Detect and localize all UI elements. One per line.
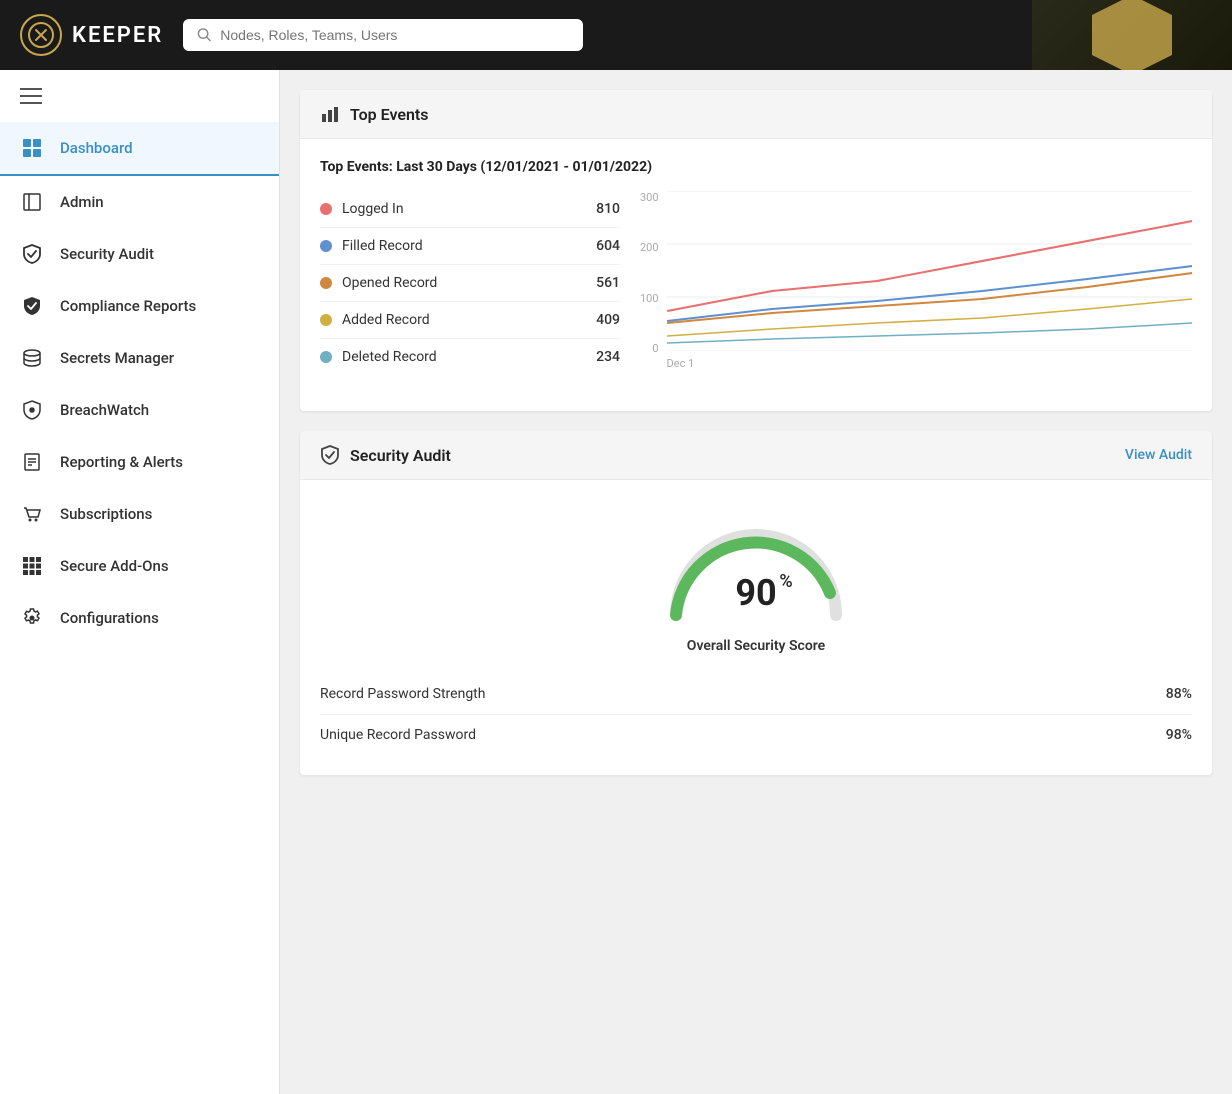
event-name: Deleted Record [342,349,570,365]
sidebar-item-security-audit-label: Security Audit [60,245,154,263]
logo-area: KEEPER [20,14,163,56]
sidebar-item-dashboard-label: Dashboard [60,139,133,157]
search-icon [197,27,212,43]
metric-label: Record Password Strength [320,686,485,702]
top-events-body: Top Events: Last 30 Days (12/01/2021 - 0… [300,139,1212,411]
sidebar-item-secrets-manager[interactable]: Secrets Manager [0,332,279,384]
gauge-label: Overall Security Score [687,638,825,654]
gauge-svg: 90 % [656,510,856,630]
event-dot [320,314,332,326]
sidebar-item-compliance-reports-label: Compliance Reports [60,297,196,315]
chart-y-label-200: 200 [640,241,659,254]
sidebar-item-configurations-label: Configurations [60,609,159,627]
top-events-subtitle: Top Events: Last 30 Days (12/01/2021 - 0… [320,159,1192,175]
top-events-card: Top Events Top Events: Last 30 Days (12/… [300,90,1212,411]
event-count: 604 [580,238,620,254]
security-audit-shield-icon [320,445,340,465]
event-name: Logged In [342,201,570,217]
event-count: 409 [580,312,620,328]
metric-value: 88% [1166,686,1192,702]
search-input[interactable] [220,27,569,43]
secrets-manager-icon [20,346,44,370]
event-dot [320,277,332,289]
search-bar[interactable] [183,19,583,51]
sidebar-item-breachwatch-label: BreachWatch [60,401,149,419]
security-audit-icon [20,242,44,266]
event-dot [320,203,332,215]
security-audit-title: Security Audit [350,446,451,465]
subscriptions-icon [20,502,44,526]
chart-y-label-100: 100 [640,292,659,305]
event-row: Opened Record 561 [320,265,620,302]
app-header: KEEPER [0,0,1232,70]
sidebar-item-compliance-reports[interactable]: Compliance Reports [0,280,279,332]
metric-label: Unique Record Password [320,727,476,743]
logo-icon [20,14,62,56]
main-content: Top Events Top Events: Last 30 Days (12/… [280,70,1232,1094]
promo-hex-icon [1092,0,1172,70]
sidebar-item-subscriptions[interactable]: Subscriptions [0,488,279,540]
chart-y-label-300: 300 [640,191,659,204]
sidebar-item-admin-label: Admin [60,193,104,211]
sidebar-item-breachwatch[interactable]: BreachWatch [0,384,279,436]
chart-y-label-0: 0 [640,342,659,355]
metric-row: Unique Record Password 98% [320,715,1192,755]
breachwatch-icon [20,398,44,422]
security-metrics: Record Password Strength 88% Unique Reco… [300,674,1212,775]
event-count: 561 [580,275,620,291]
event-row: Logged In 810 [320,191,620,228]
sidebar-item-reporting-alerts-label: Reporting & Alerts [60,453,183,471]
sidebar-item-secure-addons[interactable]: Secure Add-Ons [0,540,279,592]
line-chart-svg [667,191,1192,351]
chart-area: 300 200 100 0 [640,191,1192,391]
sidebar: Dashboard Admin Security Audit [0,70,280,1094]
sidebar-item-security-audit[interactable]: Security Audit [0,228,279,280]
sidebar-item-dashboard[interactable]: Dashboard [0,122,279,176]
dashboard-icon [20,136,44,160]
top-events-title: Top Events [350,105,429,124]
event-count: 234 [580,349,620,365]
header-promo [1032,0,1232,70]
event-name: Filled Record [342,238,570,254]
configurations-icon [20,606,44,630]
event-count: 810 [580,201,620,217]
sidebar-item-configurations[interactable]: Configurations [0,592,279,644]
admin-icon [20,190,44,214]
event-name: Opened Record [342,275,570,291]
bar-chart-icon [320,104,340,124]
metric-value: 98% [1166,727,1192,743]
chart-x-label-dec1: Dec 1 [667,357,1192,370]
security-audit-card: Security Audit View Audit 90 % Overall [300,431,1212,775]
gauge-container: 90 % Overall Security Score [300,480,1212,674]
main-layout: Dashboard Admin Security Audit [0,70,1232,1094]
security-audit-body: 90 % Overall Security Score Record Passw… [300,480,1212,775]
security-audit-header: Security Audit View Audit [300,431,1212,480]
svg-text:%: % [779,571,792,592]
top-events-header: Top Events [300,90,1212,139]
event-name: Added Record [342,312,570,328]
logo-text: KEEPER [72,23,163,48]
compliance-reports-icon [20,294,44,318]
svg-text:90: 90 [735,572,776,614]
metric-row: Record Password Strength 88% [320,674,1192,715]
event-row: Added Record 409 [320,302,620,339]
event-row: Filled Record 604 [320,228,620,265]
sidebar-item-admin[interactable]: Admin [0,176,279,228]
reporting-alerts-icon [20,450,44,474]
hamburger-icon [20,88,259,104]
sidebar-item-reporting-alerts[interactable]: Reporting & Alerts [0,436,279,488]
sidebar-item-secrets-manager-label: Secrets Manager [60,349,174,367]
event-dot [320,240,332,252]
event-dot [320,351,332,363]
events-list: Logged In 810 Filled Record 604 Opened R… [320,191,620,391]
event-row: Deleted Record 234 [320,339,620,375]
secure-addons-icon [20,554,44,578]
sidebar-item-secure-addons-label: Secure Add-Ons [60,557,169,575]
sidebar-item-subscriptions-label: Subscriptions [60,505,152,523]
events-layout: Logged In 810 Filled Record 604 Opened R… [320,191,1192,391]
security-audit-header-left: Security Audit [320,445,451,465]
hamburger-button[interactable] [0,70,279,122]
view-audit-link[interactable]: View Audit [1125,447,1192,463]
